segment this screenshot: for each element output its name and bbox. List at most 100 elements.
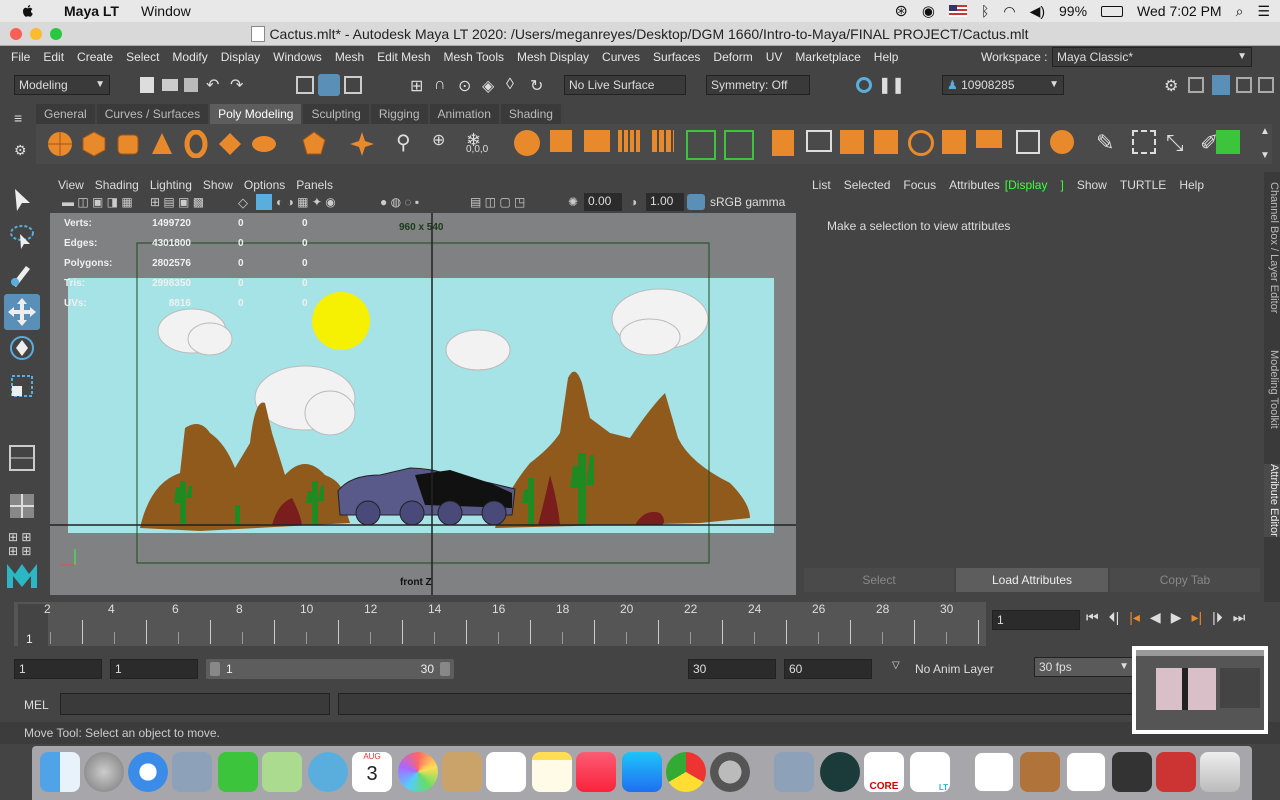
shelf-tab-sculpting[interactable]: Sculpting <box>303 104 369 124</box>
account-dropdown[interactable]: ♟ 10908285 ▼ <box>942 75 1064 95</box>
bridge-icon[interactable] <box>806 130 832 152</box>
wedge-icon[interactable] <box>976 130 1002 148</box>
render-icon[interactable] <box>856 77 872 93</box>
contacts-icon[interactable] <box>442 752 482 792</box>
shelf-tab-curves-surfaces[interactable]: Curves / Surfaces <box>96 104 209 124</box>
layout-small-icon[interactable]: ⊞ ⊞ <box>8 530 31 544</box>
workspace-dropdown[interactable]: Maya Classic* ▼ <box>1052 47 1252 67</box>
range-handle-start[interactable] <box>210 662 220 676</box>
menu-uv[interactable]: UV <box>766 50 783 64</box>
battery-icon[interactable] <box>1101 5 1124 17</box>
step-forward-frame-icon[interactable]: ▸| <box>1191 609 1202 626</box>
anim-layer-label[interactable]: No Anim Layer <box>915 662 994 676</box>
vp-menu-view[interactable]: View <box>58 178 84 192</box>
exposure-field[interactable]: 0.00 <box>584 193 622 211</box>
four-view-icon[interactable] <box>6 490 38 522</box>
ae-menu-selected[interactable]: Selected <box>844 178 891 192</box>
side-tab-attribute-editor[interactable]: Attribute Editor <box>1264 464 1280 537</box>
snap-pivot-icon[interactable]: ↻ <box>530 76 543 96</box>
gitkraken-icon[interactable] <box>820 752 860 792</box>
photos-icon[interactable] <box>398 752 438 792</box>
vp-menu-options[interactable]: Options <box>244 178 285 192</box>
poly-plane-icon[interactable] <box>216 130 244 158</box>
ae-menu-help[interactable]: Help <box>1179 178 1204 192</box>
wireframe-icon[interactable]: ◇ <box>238 195 248 211</box>
mel-input[interactable] <box>60 693 330 715</box>
volume-icon[interactable]: ◀) <box>1030 3 1045 20</box>
go-to-end-icon[interactable]: ⏭ <box>1233 609 1246 626</box>
go-to-start-icon[interactable]: ⏮ <box>1086 609 1099 626</box>
shelf-menu-icon[interactable]: ≡ <box>14 110 22 126</box>
system-preferences-icon[interactable] <box>710 752 750 792</box>
layout-toggle-icon[interactable] <box>1188 77 1204 93</box>
recent-photo-icon[interactable] <box>1020 752 1060 792</box>
lasso-tool-icon[interactable] <box>6 220 38 252</box>
super-shape-icon[interactable] <box>348 130 376 158</box>
menu-set-dropdown[interactable]: Modeling ▼ <box>14 75 110 95</box>
menu-create[interactable]: Create <box>77 50 113 64</box>
vp-menu-lighting[interactable]: Lighting <box>150 178 192 192</box>
side-tab-modeling-toolkit[interactable]: Modeling Toolkit <box>1264 350 1280 429</box>
poly-cube-icon[interactable] <box>80 130 108 158</box>
mirror-icon[interactable] <box>584 130 610 152</box>
menu-mesh-display[interactable]: Mesh Display <box>517 50 589 64</box>
poly-sphere-icon[interactable] <box>46 130 74 158</box>
shelf-tab-general[interactable]: General <box>36 104 95 124</box>
shelf-tab-animation[interactable]: Animation <box>429 104 499 124</box>
safari-icon[interactable] <box>128 752 168 792</box>
separate-icon[interactable] <box>550 130 572 152</box>
vp-menu-panels[interactable]: Panels <box>296 178 333 192</box>
settings-panel-icon[interactable]: ⚙ <box>1164 76 1178 96</box>
current-frame-field[interactable]: 1 <box>992 610 1080 630</box>
screenshot-thumbnail[interactable] <box>1132 646 1268 734</box>
single-view-icon[interactable] <box>6 442 38 474</box>
extrude-icon[interactable] <box>772 130 794 156</box>
snap-surface-icon[interactable]: ◊ <box>506 76 514 94</box>
ae-menu-focus[interactable]: Focus <box>903 178 936 192</box>
step-forward-key-icon[interactable]: |⏵ <box>1212 609 1223 626</box>
menu-modify[interactable]: Modify <box>172 50 207 64</box>
paint-select-tool-icon[interactable] <box>6 258 38 290</box>
side-tab-channel-box[interactable]: Channel Box / Layer Editor <box>1264 182 1280 313</box>
play-forward-icon[interactable]: ▶ <box>1171 609 1182 626</box>
ae-menu-attributes[interactable]: Attributes <box>949 178 1000 192</box>
ae-menu-show[interactable]: Show <box>1077 178 1107 192</box>
retopologize-icon[interactable] <box>724 130 754 160</box>
shelf-tab-rigging[interactable]: Rigging <box>370 104 428 124</box>
remesh-icon[interactable] <box>686 130 716 160</box>
recent-document-icon[interactable] <box>1066 752 1106 792</box>
shelf-scroll-down-icon[interactable]: ▼ <box>1260 150 1270 161</box>
move-tool-icon[interactable] <box>4 294 40 330</box>
menu-windows[interactable]: Windows <box>273 50 322 64</box>
connect-icon[interactable]: ⤡ <box>1166 130 1194 158</box>
grid-icon[interactable]: ⊞ ▤ ▣ ▩ <box>150 195 204 209</box>
attribute-editor-toggle-icon[interactable] <box>1212 75 1230 95</box>
add-divisions-icon[interactable] <box>874 130 898 154</box>
shelf-tab-shading[interactable]: Shading <box>500 104 561 124</box>
mac-menu-window[interactable]: Window <box>141 3 191 19</box>
symmetry-dropdown[interactable]: Symmetry: Off <box>706 75 810 95</box>
fps-dropdown[interactable]: 30 fps ▼ <box>1034 657 1134 677</box>
platonic-solid-icon[interactable] <box>300 130 328 158</box>
messages-icon[interactable] <box>308 752 348 792</box>
menu-mesh[interactable]: Mesh <box>335 50 364 64</box>
shelf-tab-poly-modeling[interactable]: Poly Modeling <box>210 104 302 124</box>
maps-icon[interactable] <box>262 752 302 792</box>
color-management-icon[interactable] <box>687 194 705 210</box>
app-store-icon[interactable] <box>622 752 662 792</box>
menu-surfaces[interactable]: Surfaces <box>653 50 700 64</box>
select-tool-icon[interactable] <box>6 184 38 216</box>
rotate-tool-icon[interactable] <box>6 332 38 364</box>
ae-menu-display[interactable]: [Display] <box>1005 178 1064 192</box>
clock[interactable]: Wed 7:02 PM <box>1137 3 1222 19</box>
menu-curves[interactable]: Curves <box>602 50 640 64</box>
pause-icon[interactable]: ❚❚ <box>878 75 905 95</box>
trash-icon[interactable] <box>1200 752 1240 792</box>
finder-icon[interactable] <box>40 752 80 792</box>
playback-start-field[interactable]: 1 <box>110 659 198 679</box>
reminders-icon[interactable] <box>486 752 526 792</box>
play-backward-icon[interactable]: ◀ <box>1150 609 1161 626</box>
snap-point-icon[interactable]: ⊙ <box>458 76 471 96</box>
collapse-icon[interactable] <box>1050 130 1074 154</box>
bluetooth-icon[interactable]: ᛒ <box>981 3 989 19</box>
